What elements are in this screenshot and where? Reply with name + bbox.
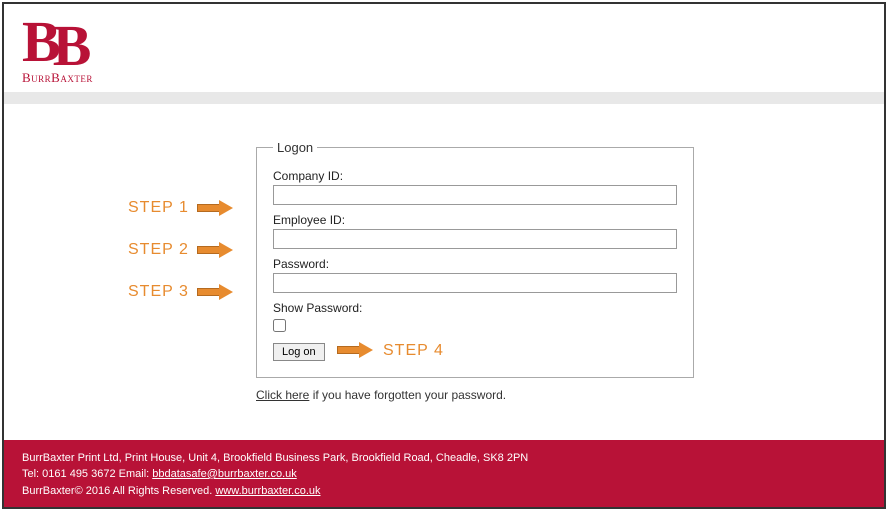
employee-id-label: Employee ID: bbox=[273, 213, 677, 227]
brand-name: BurrBaxter bbox=[22, 70, 866, 86]
logon-legend: Logon bbox=[273, 140, 317, 155]
arrow-right-icon bbox=[197, 201, 233, 215]
show-password-checkbox[interactable] bbox=[273, 319, 286, 332]
logo: BB BurrBaxter bbox=[22, 16, 866, 86]
company-id-label: Company ID: bbox=[273, 169, 677, 183]
arrow-right-icon bbox=[197, 243, 233, 257]
step-4-label: Step 4 bbox=[383, 342, 444, 360]
password-input[interactable] bbox=[273, 273, 677, 293]
step-3-label: Step 3 bbox=[128, 283, 189, 301]
logon-button[interactable]: Log on bbox=[273, 343, 325, 361]
step-2-annotation: Step 2 bbox=[128, 241, 233, 259]
divider-bar bbox=[4, 92, 884, 104]
header: BB BurrBaxter bbox=[4, 4, 884, 92]
content-area: Step 1 Step 2 Step 3 Logon Company ID: E… bbox=[4, 104, 884, 402]
step-4-arrow bbox=[329, 343, 373, 362]
step-1-annotation: Step 1 bbox=[128, 199, 233, 217]
step-2-label: Step 2 bbox=[128, 241, 189, 259]
company-id-input[interactable] bbox=[273, 185, 677, 205]
arrow-right-icon bbox=[337, 343, 373, 357]
footer: BurrBaxter Print Ltd, Print House, Unit … bbox=[4, 440, 884, 508]
logon-panel: Logon Company ID: Employee ID: Password:… bbox=[256, 140, 694, 378]
footer-contact-pre: Tel: 0161 495 3672 Email: bbox=[22, 468, 152, 480]
step-1-label: Step 1 bbox=[128, 199, 189, 217]
show-password-label: Show Password: bbox=[273, 301, 677, 315]
forgot-password-link[interactable]: Click here bbox=[256, 388, 309, 402]
footer-url-link[interactable]: www.burrbaxter.co.uk bbox=[215, 485, 320, 497]
logo-icon: BB bbox=[22, 16, 866, 68]
step-3-annotation: Step 3 bbox=[128, 283, 233, 301]
employee-id-input[interactable] bbox=[273, 229, 677, 249]
forgot-password-rest: if you have forgotten your password. bbox=[309, 388, 506, 402]
forgot-password-text: Click here if you have forgotten your pa… bbox=[256, 388, 694, 402]
footer-email-link[interactable]: bbdatasafe@burrbaxter.co.uk bbox=[152, 468, 296, 480]
footer-copyright-pre: BurrBaxter© 2016 All Rights Reserved. bbox=[22, 485, 215, 497]
password-label: Password: bbox=[273, 257, 677, 271]
arrow-right-icon bbox=[197, 285, 233, 299]
footer-address: BurrBaxter Print Ltd, Print House, Unit … bbox=[22, 450, 866, 467]
